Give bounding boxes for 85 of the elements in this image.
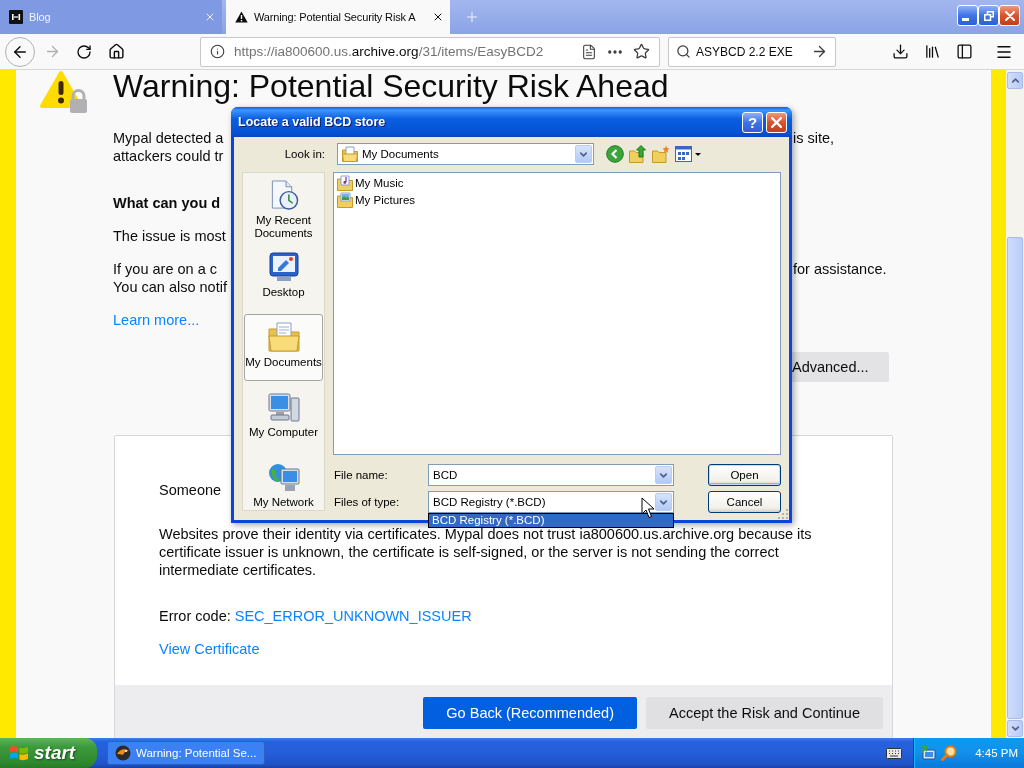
minimize-icon bbox=[962, 18, 969, 21]
flag-icon bbox=[9, 744, 29, 762]
sidebar-icon[interactable] bbox=[955, 43, 973, 60]
place-item[interactable]: My Recent Documents bbox=[244, 173, 323, 241]
place-item[interactable]: My Documents bbox=[244, 314, 323, 381]
taskbar-button[interactable]: Warning: Potential Se... bbox=[107, 741, 265, 765]
magnifier-icon bbox=[941, 745, 957, 761]
learn-more-link[interactable]: Learn more... bbox=[113, 312, 200, 328]
field-label: Files of type: bbox=[333, 496, 400, 508]
keyboard-icon bbox=[886, 747, 902, 759]
chevron-up-icon bbox=[1009, 75, 1021, 86]
chevron-down-icon bbox=[1009, 723, 1021, 734]
restore-icon bbox=[983, 10, 994, 21]
file-type-select[interactable]: BCD Registry (*.BCD) bbox=[428, 491, 674, 513]
paragraph-text: The issue is most bbox=[113, 227, 226, 245]
clock-text: 4:45 PM bbox=[975, 747, 1018, 759]
place-item[interactable]: My Network bbox=[244, 454, 323, 510]
warning-lock-icon bbox=[40, 70, 90, 114]
paragraph-text: You can also notif bbox=[113, 278, 227, 296]
resize-grip-icon bbox=[777, 508, 788, 519]
place-item[interactable]: Desktop bbox=[244, 244, 323, 311]
browser-tab[interactable]: Warning: Potential Security Risk A bbox=[226, 0, 450, 34]
accept-risk-button[interactable]: Accept the Risk and Continue bbox=[645, 697, 883, 729]
download-icon[interactable] bbox=[891, 43, 909, 60]
advanced-button[interactable]: Advanced... bbox=[789, 352, 889, 382]
page-title: Warning: Potential Security Risk Ahead bbox=[113, 70, 669, 102]
file-item[interactable]: My Music bbox=[337, 174, 404, 191]
folder-up-arrow-icon[interactable] bbox=[629, 145, 647, 163]
file-item[interactable]: My Pictures bbox=[337, 191, 416, 208]
url-field[interactable]: https://ia800600.us.archive.org/31/items/EasyBCD2 bbox=[200, 36, 660, 67]
back-button[interactable] bbox=[5, 36, 35, 67]
close-button[interactable] bbox=[999, 5, 1020, 26]
warning-icon bbox=[235, 11, 248, 23]
views-menu-icon[interactable] bbox=[675, 146, 701, 162]
arrow-right-icon[interactable] bbox=[811, 43, 828, 60]
dialog-title: Locate a valid BCD store bbox=[238, 115, 387, 129]
error-code-link[interactable]: SEC_ERROR_UNKNOWN_ISSUER bbox=[234, 607, 472, 625]
picture-folder-icon bbox=[337, 191, 353, 208]
document-folder-icon bbox=[342, 146, 358, 162]
scroll-down-button[interactable] bbox=[1007, 720, 1023, 737]
look-in-label: Look in: bbox=[283, 148, 326, 160]
dropdown-button[interactable] bbox=[655, 466, 672, 484]
paragraph-text: is site, bbox=[793, 129, 835, 147]
cancel-button[interactable]: Cancel bbox=[708, 491, 781, 513]
paragraph-text: attackers could tr bbox=[113, 147, 224, 165]
look-in-select[interactable]: My Documents bbox=[337, 143, 594, 165]
view-certificate-link[interactable]: View Certificate bbox=[159, 641, 260, 657]
reader-view-icon[interactable] bbox=[581, 43, 597, 60]
help-button[interactable]: ? bbox=[742, 111, 763, 133]
start-button[interactable]: start bbox=[0, 738, 97, 768]
desktop-icon bbox=[267, 251, 300, 283]
search-field[interactable]: ASYBCD 2.2 EXE bbox=[668, 36, 836, 67]
search-icon bbox=[676, 44, 691, 59]
place-item[interactable]: My Computer bbox=[244, 384, 323, 451]
reload-icon[interactable] bbox=[76, 43, 92, 60]
restore-button[interactable] bbox=[978, 5, 999, 26]
dropdown-button[interactable] bbox=[655, 493, 672, 511]
round-logo-icon bbox=[115, 745, 131, 761]
scroll-up-button[interactable] bbox=[1007, 72, 1023, 89]
open-button[interactable]: Open bbox=[708, 464, 781, 486]
section-heading: What can you d bbox=[113, 194, 221, 212]
scrollbar-thumb[interactable] bbox=[1007, 237, 1023, 719]
paragraph-text: If you are on a c bbox=[113, 260, 217, 278]
go-back-button[interactable]: Go Back (Recommended) bbox=[423, 697, 637, 729]
monitor-arrow-icon bbox=[920, 745, 936, 761]
terminal-icon bbox=[9, 10, 23, 24]
paragraph-text: Someone bbox=[159, 481, 223, 499]
field-label: File name: bbox=[333, 469, 388, 481]
close-button[interactable] bbox=[766, 111, 787, 133]
error-code-label: Error code: bbox=[159, 607, 231, 625]
computer-icon bbox=[267, 391, 300, 423]
info-icon[interactable] bbox=[210, 44, 225, 59]
paragraph-text: for assistance. bbox=[793, 260, 887, 278]
file-name-field[interactable]: BCD bbox=[428, 464, 674, 486]
home-icon[interactable] bbox=[107, 43, 125, 60]
paragraph-text: Websites prove their identity via certificates. Mypal does not trust ia800600.us.archive.org because its certificate issuer is unknown, the certificate is self-signed, or the server is not sending the correct intermediate certificates. bbox=[159, 526, 813, 579]
library-icon[interactable] bbox=[923, 43, 941, 60]
dropdown-option[interactable]: BCD Registry (*.BCD) bbox=[429, 514, 673, 527]
document-folder-icon bbox=[267, 321, 300, 353]
globe-computer-icon bbox=[267, 461, 300, 493]
star-icon[interactable] bbox=[633, 43, 650, 60]
close-icon[interactable] bbox=[432, 11, 444, 23]
paragraph-text: Mypal detected a bbox=[113, 129, 224, 147]
dropdown-button[interactable] bbox=[575, 145, 592, 163]
minimize-button[interactable] bbox=[957, 5, 978, 26]
